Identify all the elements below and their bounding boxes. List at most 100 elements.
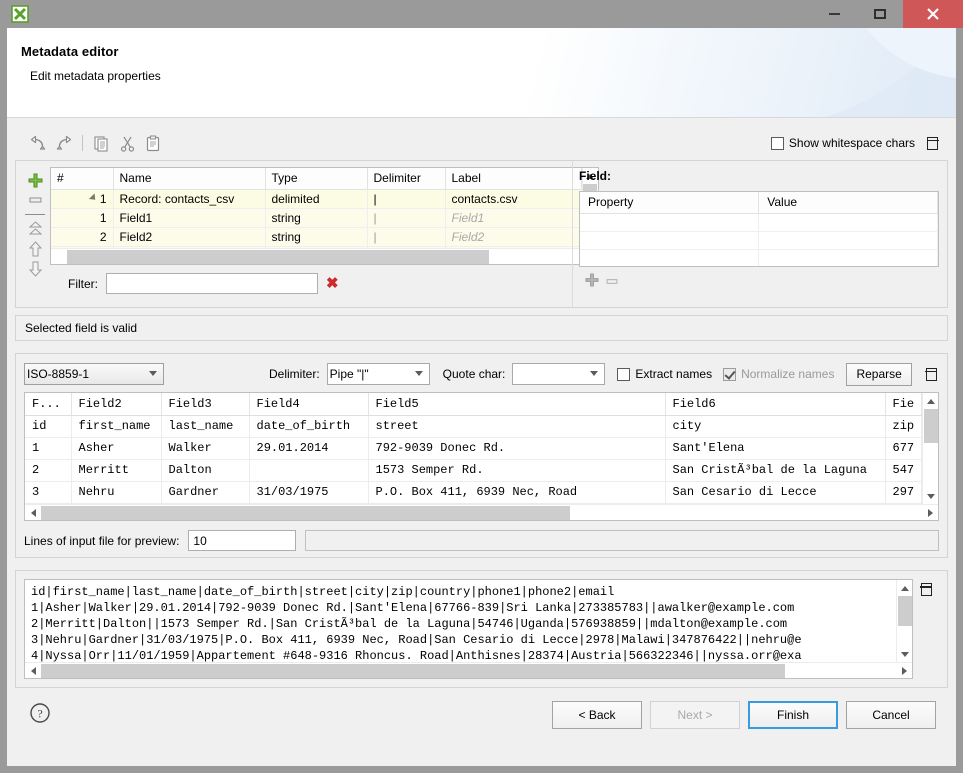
col-header-field6[interactable]: Field6: [665, 393, 885, 415]
col-header-field5[interactable]: Field5: [368, 393, 665, 415]
table-row[interactable]: [580, 213, 938, 231]
maximize-panel-icon[interactable]: [927, 137, 938, 150]
preview-horizontal-scrollbar[interactable]: [25, 504, 938, 520]
col-header-value[interactable]: Value: [759, 192, 938, 213]
row-num: 1: [51, 208, 113, 227]
copy-icon[interactable]: [88, 131, 114, 155]
scroll-up-icon[interactable]: [927, 393, 935, 409]
metadata-tree-table[interactable]: # Name Type Delimiter Label: [50, 167, 599, 265]
raw-text-viewer[interactable]: id|first_name|last_name|date_of_birth|st…: [24, 579, 913, 679]
charset-select[interactable]: ISO-8859-1: [24, 363, 164, 385]
scroll-left-icon[interactable]: [25, 667, 41, 675]
scroll-right-icon[interactable]: [896, 667, 912, 675]
scroll-thumb[interactable]: [898, 596, 912, 626]
help-icon[interactable]: ?: [29, 702, 51, 727]
table-row[interactable]: 2 Merritt Dalton 1573 Semper Rd. San Cri…: [25, 459, 922, 481]
quote-char-select[interactable]: [512, 363, 605, 385]
cut-icon[interactable]: [114, 131, 140, 155]
scroll-thumb[interactable]: [67, 250, 489, 264]
back-button[interactable]: < Back: [552, 701, 642, 729]
undo-icon[interactable]: [25, 131, 51, 155]
cell: 2: [25, 459, 71, 481]
col-header-name[interactable]: Name: [113, 168, 265, 189]
scroll-left-icon[interactable]: [25, 509, 41, 517]
preview-lines-input[interactable]: [188, 530, 296, 551]
redo-icon[interactable]: [51, 131, 77, 155]
cell: 31/03/1975: [249, 481, 368, 503]
scroll-down-icon[interactable]: [927, 488, 935, 504]
maximize-panel-icon[interactable]: [926, 368, 937, 381]
scroll-up-icon[interactable]: [901, 580, 909, 596]
show-whitespace-label: Show whitespace chars: [789, 136, 915, 150]
table-row[interactable]: id first_name last_name date_of_birth st…: [25, 415, 922, 437]
table-row[interactable]: 1 Record: contacts_csv delimited | conta…: [51, 189, 581, 208]
row-type: delimited: [265, 189, 367, 208]
scroll-down-icon[interactable]: [901, 646, 909, 662]
paste-icon[interactable]: [140, 131, 166, 155]
extract-names-box[interactable]: [617, 368, 630, 381]
cancel-button[interactable]: Cancel: [846, 701, 936, 729]
filter-row: Filter: ✖: [50, 265, 599, 294]
extract-names-checkbox[interactable]: Extract names: [617, 367, 712, 381]
normalize-names-label: Normalize names: [741, 367, 834, 381]
col-header-field7[interactable]: Fie: [885, 393, 922, 415]
preview-data-grid[interactable]: F... Field2 Field3 Field4 Field5 Field6 …: [24, 392, 939, 521]
col-header-delimiter[interactable]: Delimiter: [367, 168, 445, 189]
close-button[interactable]: [903, 0, 963, 28]
preview-section: ISO-8859-1 Delimiter: Pipe "|" Quote cha…: [15, 353, 948, 558]
field-properties-panel: Field: Property Value: [572, 161, 947, 307]
raw-line: 4|Nyssa|Orr|11/01/1959|Appartement #648-…: [31, 649, 802, 662]
reparse-button[interactable]: Reparse: [846, 363, 911, 386]
col-header-field4[interactable]: Field4: [249, 393, 368, 415]
metadata-tree-wrapper: # Name Type Delimiter Label: [50, 167, 599, 307]
minimize-button[interactable]: [811, 0, 857, 28]
maximize-button[interactable]: [857, 0, 903, 28]
col-header-property[interactable]: Property: [580, 192, 759, 213]
dialog-client-area: Metadata editor Edit metadata properties: [7, 28, 956, 766]
finish-button[interactable]: Finish: [748, 701, 838, 729]
col-header-field3[interactable]: Field3: [161, 393, 249, 415]
show-whitespace-checkbox[interactable]: Show whitespace chars: [771, 136, 915, 150]
remove-field-button[interactable]: [24, 191, 46, 209]
table-row[interactable]: [580, 231, 938, 249]
table-row[interactable]: 1 Field1 string | Field1: [51, 208, 581, 227]
col-header-type[interactable]: Type: [265, 168, 367, 189]
move-top-button[interactable]: [24, 220, 46, 238]
scroll-left-icon[interactable]: [51, 250, 67, 264]
metadata-table-body: 1 Record: contacts_csv delimited | conta…: [51, 189, 581, 248]
col-header-f[interactable]: F...: [25, 393, 71, 415]
col-header-field2[interactable]: Field2: [71, 393, 161, 415]
scroll-thumb[interactable]: [924, 409, 938, 443]
remove-property-button[interactable]: [605, 275, 619, 289]
scroll-right-icon[interactable]: [922, 509, 938, 517]
scroll-thumb[interactable]: [41, 664, 785, 678]
raw-horizontal-scrollbar[interactable]: [25, 662, 912, 678]
maximize-panel-icon[interactable]: [921, 583, 932, 596]
status-message: Selected field is valid: [25, 321, 137, 335]
raw-preview-section: id|first_name|last_name|date_of_birth|st…: [15, 570, 948, 688]
raw-vertical-scrollbar[interactable]: [896, 580, 912, 662]
scroll-thumb[interactable]: [41, 506, 570, 520]
delimiter-select[interactable]: Pipe "|": [327, 363, 430, 385]
table-row[interactable]: [580, 249, 938, 267]
col-header-label[interactable]: Label: [445, 168, 581, 189]
cell: city: [665, 415, 885, 437]
raw-line: 1|Asher|Walker|29.01.2014|792-9039 Donec…: [31, 601, 794, 615]
col-header-num[interactable]: #: [51, 168, 113, 189]
preview-lines-label: Lines of input file for preview:: [24, 534, 179, 548]
expand-twisty-icon[interactable]: [89, 193, 98, 202]
add-property-button[interactable]: [585, 273, 599, 290]
filter-input[interactable]: [106, 273, 318, 294]
table-row[interactable]: 1 Asher Walker 29.01.2014 792-9039 Donec…: [25, 437, 922, 459]
preview-vertical-scrollbar[interactable]: [922, 393, 938, 504]
show-whitespace-box[interactable]: [771, 137, 784, 150]
header-decoration: [766, 28, 956, 117]
cell: P.O. Box 411, 6939 Nec, Road: [368, 481, 665, 503]
table-row[interactable]: 2 Field2 string | Field2: [51, 227, 581, 246]
add-field-button[interactable]: [24, 171, 46, 189]
property-grid-body: [580, 213, 938, 267]
property-table[interactable]: Property Value: [579, 191, 939, 267]
clear-filter-icon[interactable]: ✖: [326, 276, 339, 291]
metadata-horizontal-scrollbar[interactable]: [51, 248, 598, 264]
table-row[interactable]: 3 Nehru Gardner 31/03/1975 P.O. Box 411,…: [25, 481, 922, 503]
